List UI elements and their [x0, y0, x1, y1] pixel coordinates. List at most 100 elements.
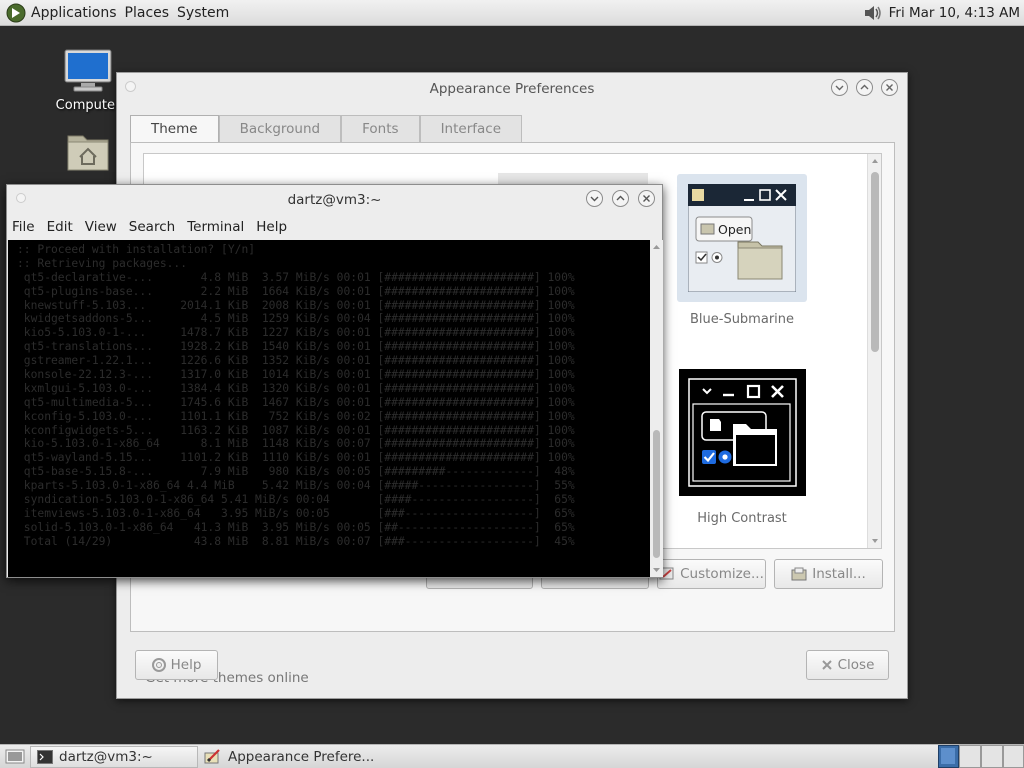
- tab-theme[interactable]: Theme: [130, 115, 219, 144]
- terminal-line: qt5-multimedia-5... 1745.6 KiB 1467 KiB/…: [17, 395, 575, 409]
- window-title: dartz@vm3:~: [287, 192, 382, 208]
- terminal-line: kio-5.103.0-1-x86_64 8.1 MiB 1148 KiB/s …: [17, 437, 575, 451]
- terminal-line: qt5-translations... 1928.2 KiB 1540 KiB/…: [17, 340, 575, 354]
- blue-submarine-preview-icon: Open: [688, 184, 796, 292]
- theme-name: Blue-Submarine: [689, 312, 795, 327]
- terminal-line: :: Proceed with installation? [Y/n]: [17, 243, 256, 256]
- terminal-scrollbar[interactable]: [650, 240, 663, 577]
- menu-edit[interactable]: Edit: [41, 219, 79, 235]
- close-icon: [643, 195, 650, 202]
- menu-help[interactable]: Help: [250, 219, 293, 235]
- distro-logo-icon[interactable]: [5, 2, 27, 24]
- workspace-switcher-icon[interactable]: [938, 745, 1024, 768]
- theme-list-scrollbar[interactable]: [867, 154, 881, 548]
- terminal-line: qt5-declarative-... 4.8 MiB 3.57 MiB/s 0…: [17, 270, 575, 284]
- bottom-panel: dartz@vm3:~ Appearance Prefere...: [0, 744, 1024, 768]
- terminal-line: qt5-base-5.15.8-... 7.9 MiB 980 KiB/s 00…: [17, 465, 575, 479]
- theme-name: High Contrast: [697, 511, 787, 526]
- help-button[interactable]: Help: [135, 650, 218, 680]
- minimize-button[interactable]: [831, 79, 848, 96]
- tab-bar: Theme Background Fonts Interface: [130, 115, 523, 144]
- window-title: Appearance Preferences: [429, 81, 595, 97]
- maximize-button[interactable]: [612, 190, 629, 207]
- preview-open-label: Open: [718, 222, 751, 237]
- scroll-up-arrow-icon[interactable]: [650, 242, 663, 252]
- desktop-icon-computer[interactable]: Computer: [52, 48, 124, 113]
- tab-fonts[interactable]: Fonts: [341, 115, 420, 143]
- chevron-down-icon: [590, 196, 599, 202]
- scroll-up-arrow-icon[interactable]: [868, 156, 882, 166]
- install-button[interactable]: Install...: [774, 559, 883, 589]
- appearance-titlebar[interactable]: Appearance Preferences: [117, 73, 907, 107]
- scroll-down-arrow-icon[interactable]: [868, 536, 882, 546]
- maximize-button[interactable]: [856, 79, 873, 96]
- top-panel: Applications Places System Fri Mar 10, 4…: [0, 0, 1024, 26]
- chevron-up-icon: [860, 84, 869, 90]
- taskbar-terminal[interactable]: dartz@vm3:~: [30, 746, 198, 768]
- minimize-button[interactable]: [586, 190, 603, 207]
- tab-interface[interactable]: Interface: [419, 115, 523, 143]
- terminal-line: itemviews-5.103.0-1-x86_64 3.95 MiB/s 00…: [17, 506, 575, 520]
- theme-item-high-contrast[interactable]: High Contrast: [677, 369, 807, 526]
- terminal-line: kxmlgui-5.103.0-... 1384.4 KiB 1320 KiB/…: [17, 381, 575, 395]
- terminal-line: syndication-5.103.0-1-x86_64 5.41 MiB/s …: [17, 493, 575, 507]
- help-label: Help: [170, 657, 202, 673]
- close-button[interactable]: Close: [806, 650, 889, 680]
- install-icon: [791, 567, 807, 581]
- terminal-output[interactable]: :: Proceed with installation? [Y/n]:: Re…: [8, 240, 650, 577]
- menu-view[interactable]: View: [79, 219, 123, 235]
- tab-background[interactable]: Background: [218, 115, 342, 143]
- scroll-down-arrow-icon[interactable]: [650, 565, 663, 575]
- terminal-window: dartz@vm3:~ File Edit View Search Termin…: [6, 184, 663, 578]
- volume-icon[interactable]: [861, 3, 885, 23]
- terminal-line: gstreamer-1.22.1... 1226.6 KiB 1352 KiB/…: [17, 354, 575, 368]
- appearance-icon: [204, 749, 220, 764]
- task-label: dartz@vm3:~: [59, 749, 153, 765]
- show-desktop-icon[interactable]: [4, 747, 26, 767]
- applications-menu[interactable]: Applications: [27, 5, 121, 21]
- task-label: Appearance Prefere...: [228, 749, 375, 765]
- install-label: Install...: [812, 566, 866, 582]
- terminal-menubar: File Edit View Search Terminal Help: [7, 215, 662, 239]
- theme-selection-highlight: Open: [677, 174, 807, 302]
- terminal-titlebar[interactable]: dartz@vm3:~: [7, 185, 662, 215]
- clock[interactable]: Fri Mar 10, 4:13 AM: [889, 5, 1020, 21]
- customize-button[interactable]: Customize...: [657, 559, 766, 589]
- close-window-button[interactable]: [881, 79, 898, 96]
- desktop-icon-home[interactable]: [52, 130, 124, 176]
- terminal-icon: [37, 750, 53, 764]
- scroll-thumb[interactable]: [871, 172, 879, 352]
- places-menu[interactable]: Places: [121, 5, 174, 21]
- chevron-down-icon: [835, 85, 844, 91]
- terminal-line: kparts-5.103.0-1-x86_64 4.4 MiB 5.42 MiB…: [17, 479, 575, 493]
- theme-item-blue-submarine[interactable]: Open Blue-Submarine: [677, 174, 807, 327]
- scroll-thumb[interactable]: [653, 430, 660, 558]
- menu-terminal[interactable]: Terminal: [181, 219, 250, 235]
- close-x-icon: [821, 660, 832, 670]
- terminal-line: kio5-5.103.0-1-... 1478.7 KiB 1227 KiB/s…: [17, 326, 575, 340]
- close-icon: [886, 84, 893, 91]
- menu-search[interactable]: Search: [123, 219, 181, 235]
- window-menu-dot-icon[interactable]: [125, 81, 136, 92]
- desktop-icon-label: Computer: [55, 98, 121, 113]
- close-label: Close: [837, 657, 875, 673]
- terminal-line: qt5-plugins-base... 2.2 MiB 1664 KiB/s 0…: [17, 284, 575, 298]
- terminal-line: kwidgetsaddons-5... 4.5 MiB 1259 KiB/s 0…: [17, 312, 575, 326]
- chevron-up-icon: [616, 195, 625, 201]
- terminal-line: solid-5.103.0-1-x86_64 41.3 MiB 3.95 MiB…: [17, 520, 575, 534]
- terminal-line: :: Retrieving packages...: [17, 256, 188, 270]
- terminal-line: qt5-wayland-5.15... 1101.2 KiB 1110 KiB/…: [17, 451, 575, 465]
- terminal-line: kconfigwidgets-5... 1163.2 KiB 1087 KiB/…: [17, 423, 575, 437]
- customize-label: Customize...: [680, 566, 764, 582]
- terminal-line: konsole-22.12.3-... 1317.0 KiB 1014 KiB/…: [17, 368, 575, 382]
- terminal-line: Total (14/29) 43.8 MiB 8.81 MiB/s 00:07 …: [17, 534, 575, 548]
- menu-file[interactable]: File: [7, 219, 41, 235]
- system-menu[interactable]: System: [173, 5, 233, 21]
- close-window-button[interactable]: [638, 190, 655, 207]
- computer-icon: [64, 49, 112, 92]
- taskbar-appearance[interactable]: Appearance Prefere...: [198, 746, 398, 768]
- high-contrast-preview-icon: [679, 369, 806, 496]
- help-lifebuoy-icon: [151, 658, 166, 672]
- terminal-line: knewstuff-5.103... 2014.1 KiB 2008 KiB/s…: [17, 298, 575, 312]
- terminal-line: kconfig-5.103.0-... 1101.1 KiB 752 KiB/s…: [17, 409, 575, 423]
